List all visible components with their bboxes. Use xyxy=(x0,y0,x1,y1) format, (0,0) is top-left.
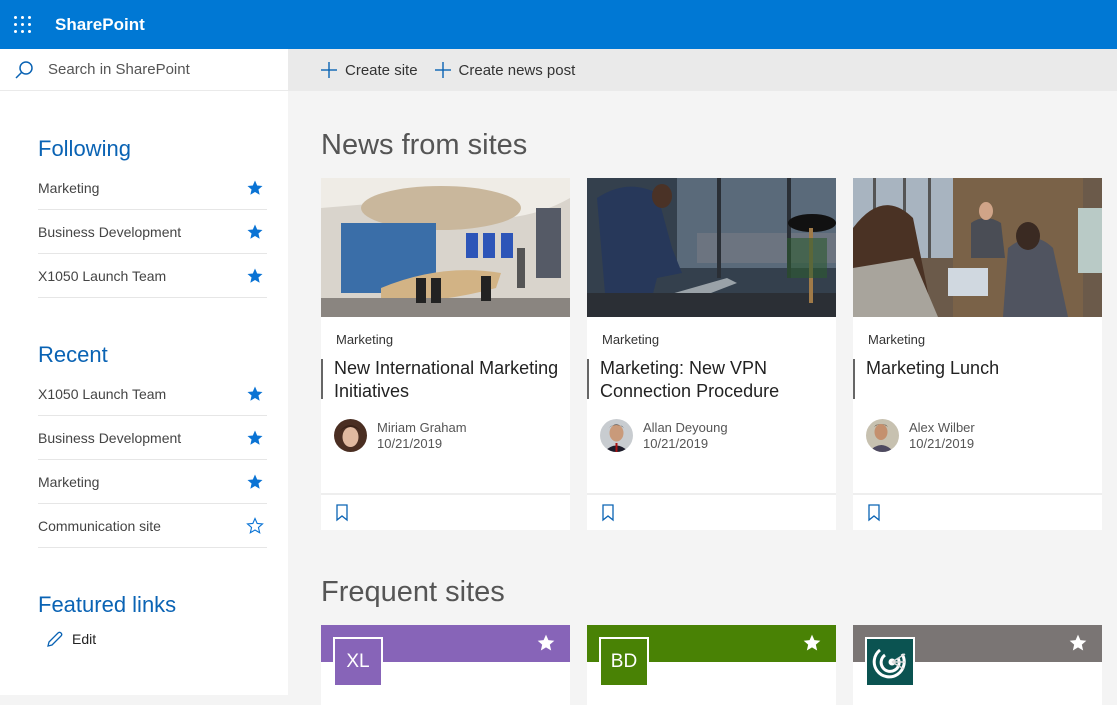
sidebar-item-label: Communication site xyxy=(38,517,161,534)
following-heading: Following xyxy=(38,136,131,161)
author-name: Alex Wilber xyxy=(909,419,975,435)
star-filled-icon[interactable] xyxy=(243,473,267,491)
avatar xyxy=(334,419,367,452)
site-initials-logo: BD xyxy=(599,637,649,687)
frequent-site-card[interactable] xyxy=(853,625,1102,705)
bookmark-icon[interactable] xyxy=(335,503,349,522)
edit-label: Edit xyxy=(72,631,97,647)
recent-heading: Recent xyxy=(38,342,108,367)
sidebar-item[interactable]: Business Development xyxy=(38,210,267,254)
news-category[interactable]: Marketing xyxy=(336,332,393,347)
frequent-site-card[interactable]: BD xyxy=(587,625,836,705)
create-site-button[interactable]: Create site xyxy=(320,61,418,79)
sidebar-item[interactable]: Business Development xyxy=(38,416,267,460)
sidebar-item-label: X1050 Launch Team xyxy=(38,385,167,402)
app-title[interactable]: SharePoint xyxy=(55,15,145,35)
news-category[interactable]: Marketing xyxy=(602,332,659,347)
sidebar-item[interactable]: X1050 Launch Team xyxy=(38,254,267,298)
recent-list: X1050 Launch Team Business Development Mar… xyxy=(38,372,267,548)
star-filled-icon[interactable] xyxy=(243,179,267,197)
post-date: 10/21/2019 xyxy=(643,435,709,451)
command-bar: Create site Create news post xyxy=(288,49,1117,91)
frequent-site-card[interactable]: XL xyxy=(321,625,570,705)
search-icon xyxy=(0,60,48,80)
meeting-photo xyxy=(853,178,1102,317)
star-filled-icon[interactable] xyxy=(243,267,267,285)
app-launcher-icon xyxy=(13,16,31,33)
follow-star-icon[interactable] xyxy=(536,633,556,658)
create-news-post-button[interactable]: Create news post xyxy=(434,61,576,79)
create-news-post-label: Create news post xyxy=(458,61,576,79)
news-card[interactable]: Marketing New International Marketing In… xyxy=(321,178,570,530)
sidebar-item-label: Business Development xyxy=(38,429,182,446)
news-author: Miriam Graham 10/21/2019 xyxy=(334,419,467,452)
sidebar-item-label: Marketing xyxy=(38,179,100,196)
post-date: 10/21/2019 xyxy=(377,435,443,451)
search-input[interactable]: Search in SharePoint xyxy=(0,49,288,91)
news-title[interactable]: Marketing Lunch xyxy=(866,357,1092,380)
following-list: Marketing Business Development X1050 Launc… xyxy=(38,166,267,298)
sidebar-item[interactable]: Communication site xyxy=(38,504,267,548)
avatar xyxy=(600,419,633,452)
frequent-sites-heading: Frequent sites xyxy=(321,576,505,608)
news-category[interactable]: Marketing xyxy=(868,332,925,347)
search-placeholder: Search in SharePoint xyxy=(48,61,190,78)
star-filled-icon[interactable] xyxy=(243,429,267,447)
sidebar-item-label: Business Development xyxy=(38,223,182,240)
man-with-laptop-photo xyxy=(587,178,836,317)
sidebar-item[interactable]: Marketing xyxy=(38,460,267,504)
pencil-icon xyxy=(47,631,63,647)
target-icon xyxy=(865,637,915,687)
news-author: Alex Wilber 10/21/2019 xyxy=(866,419,975,452)
author-name: Miriam Graham xyxy=(377,419,467,435)
star-filled-icon[interactable] xyxy=(243,385,267,403)
sidebar-item-label: X1050 Launch Team xyxy=(38,267,167,284)
app-launcher-button[interactable] xyxy=(0,0,44,49)
author-name: Allan Deyoung xyxy=(643,419,728,435)
plus-icon xyxy=(434,62,451,78)
sidebar-item[interactable]: X1050 Launch Team xyxy=(38,372,267,416)
site-color-band xyxy=(853,625,1102,687)
sidebar-item[interactable]: Marketing xyxy=(38,166,267,210)
news-card[interactable]: Marketing Marketing Lunch Alex Wilber 10… xyxy=(853,178,1102,530)
suite-header: SharePoint xyxy=(0,0,1117,49)
news-title[interactable]: New International Marketing Initiatives xyxy=(334,357,560,403)
create-site-label: Create site xyxy=(345,61,418,79)
site-color-band: XL xyxy=(321,625,570,687)
follow-star-icon[interactable] xyxy=(1068,633,1088,658)
news-card[interactable]: Marketing Marketing: New VPN Connection … xyxy=(587,178,836,530)
site-color-band: BD xyxy=(587,625,836,687)
star-filled-icon[interactable] xyxy=(243,223,267,241)
main-content: News from sites Marketing New Internatio… xyxy=(288,91,1117,705)
news-title[interactable]: Marketing: New VPN Connection Procedure xyxy=(600,357,826,403)
plus-icon xyxy=(321,62,337,78)
avatar xyxy=(866,419,899,452)
sidebar-item-label: Marketing xyxy=(38,473,100,490)
conference-room-photo xyxy=(321,178,570,317)
site-initials-logo: XL xyxy=(333,637,383,687)
post-date: 10/21/2019 xyxy=(909,435,975,451)
featured-links-heading: Featured links xyxy=(38,592,177,617)
follow-star-icon[interactable] xyxy=(802,633,822,658)
news-author: Allan Deyoung 10/21/2019 xyxy=(600,419,728,452)
sidebar: Search in SharePoint Following Marketing… xyxy=(0,49,288,695)
bookmark-icon[interactable] xyxy=(867,503,881,522)
news-heading: News from sites xyxy=(321,129,528,161)
bookmark-icon[interactable] xyxy=(601,503,615,522)
star-outline-icon[interactable] xyxy=(243,516,267,535)
edit-featured-links-button[interactable]: Edit xyxy=(46,630,288,648)
